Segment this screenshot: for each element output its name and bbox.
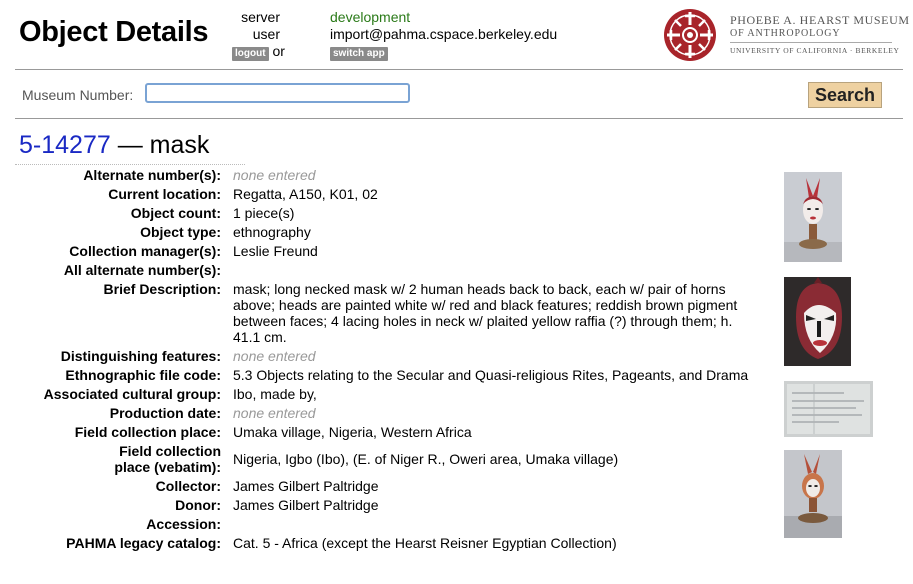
field-row: Donor: James Gilbert Paltridge <box>0 497 780 513</box>
field-value: none entered <box>233 405 316 421</box>
field-value: mask; long necked mask w/ 2 human heads … <box>233 281 738 345</box>
field-row: Collector: James Gilbert Paltridge <box>0 478 780 494</box>
search-button[interactable]: Search <box>808 82 882 108</box>
field-row: Ethnographic file code: 5.3 Objects rela… <box>0 367 780 383</box>
object-heading-underline <box>15 164 245 165</box>
field-value: none entered <box>233 167 316 183</box>
field-value: Ibo, made by, <box>233 386 317 402</box>
field-label: Associated cultural group: <box>43 386 221 402</box>
field-label: Accession: <box>146 516 221 532</box>
server-value: development <box>330 9 411 25</box>
object-fields: Alternate number(s): none entered Curren… <box>0 167 780 554</box>
field-label: All alternate number(s): <box>63 262 221 278</box>
field-label: Field collection place: <box>74 424 221 440</box>
field-label: Ethnographic file code: <box>65 367 221 383</box>
server-label: server <box>241 9 280 25</box>
museum-seal-icon <box>664 9 716 61</box>
field-row: Field collection place: Umaka village, N… <box>0 424 780 440</box>
field-label: Object count: <box>130 205 221 221</box>
object-separator: — <box>117 131 143 159</box>
field-value: Umaka village, Nigeria, Western Africa <box>233 424 472 440</box>
museum-number-label: Museum Number: <box>22 87 134 103</box>
field-row: All alternate number(s): <box>0 262 780 278</box>
museum-wordmark: PHOEBE A. HEARST MUSEUM OF ANTHROPOLOGY … <box>730 13 910 55</box>
field-row: Current location: Regatta, A150, K01, 02 <box>0 186 780 202</box>
object-heading: 5-14277 — mask <box>19 131 209 160</box>
logout-button[interactable]: logout <box>232 47 269 61</box>
user-value: import@pahma.cspace.berkeley.edu <box>330 26 558 42</box>
field-value: Nigeria, Igbo (Ibo), (E. of Niger R., Ow… <box>233 451 619 467</box>
field-label: Object type: <box>140 224 221 240</box>
field-row: Collection manager(s): Leslie Freund <box>0 243 780 259</box>
mask-thumbnail-3[interactable] <box>784 450 842 538</box>
field-value: Regatta, A150, K01, 02 <box>233 186 378 202</box>
page-title: Object Details <box>19 16 209 48</box>
field-row: Field collection place (vebatim): Nigeri… <box>0 443 780 475</box>
field-row: Object count: 1 piece(s) <box>0 205 780 221</box>
field-value <box>233 262 760 278</box>
search-divider <box>15 118 903 119</box>
field-label: Collection manager(s): <box>69 243 221 259</box>
object-name: mask <box>149 131 210 159</box>
switch-app-row: switch app <box>330 43 388 61</box>
field-row: Production date: none entered <box>0 405 780 421</box>
field-label: Collector: <box>155 478 221 494</box>
field-row: PAHMA legacy catalog: Cat. 5 - Africa (e… <box>0 535 780 551</box>
museum-name: PHOEBE A. HEARST MUSEUM <box>730 13 910 27</box>
field-label: Brief Description: <box>103 281 221 297</box>
field-label: Production date: <box>109 405 221 421</box>
field-value: Cat. 5 - Africa (except the Hearst Reisn… <box>233 535 617 551</box>
field-label: Donor: <box>175 497 221 513</box>
field-label: PAHMA legacy catalog: <box>66 535 221 551</box>
field-value: Leslie Freund <box>233 243 318 259</box>
museum-number-input[interactable] <box>145 83 410 103</box>
field-row: Object type: ethnography <box>0 224 780 240</box>
field-value: James Gilbert Paltridge <box>233 478 379 494</box>
field-value: James Gilbert Paltridge <box>233 497 379 513</box>
field-row: Associated cultural group: Ibo, made by, <box>0 386 780 402</box>
field-row: Accession: <box>0 516 780 532</box>
header-divider <box>15 69 903 70</box>
mask-thumbnail-2[interactable] <box>784 277 851 366</box>
museum-subtitle: OF ANTHROPOLOGY <box>730 28 841 39</box>
user-label: user <box>252 26 280 42</box>
object-number-link[interactable]: 5-14277 <box>19 131 111 159</box>
logout-row: logout or <box>232 43 285 61</box>
switch-app-button[interactable]: switch app <box>330 47 388 61</box>
field-row: Alternate number(s): none entered <box>0 167 780 183</box>
field-value: 1 piece(s) <box>233 205 295 221</box>
field-label: Current location: <box>108 186 221 202</box>
field-value: none entered <box>233 348 316 364</box>
field-row: Distinguishing features: none entered <box>0 348 780 364</box>
or-text: or <box>272 43 285 59</box>
field-value <box>233 516 760 532</box>
field-value: ethnography <box>233 224 311 240</box>
catalog-card-thumbnail[interactable] <box>784 381 873 437</box>
museum-university: UNIVERSITY OF CALIFORNIA · BERKELEY <box>730 42 899 55</box>
field-label: Field collection place (vebatim): <box>114 443 221 475</box>
field-row: Brief Description: mask; long necked mas… <box>0 281 780 345</box>
field-label: Alternate number(s): <box>83 167 221 183</box>
field-label: Distinguishing features: <box>60 348 221 364</box>
mask-thumbnail-1[interactable] <box>784 172 842 262</box>
field-value: 5.3 Objects relating to the Secular and … <box>233 367 749 383</box>
